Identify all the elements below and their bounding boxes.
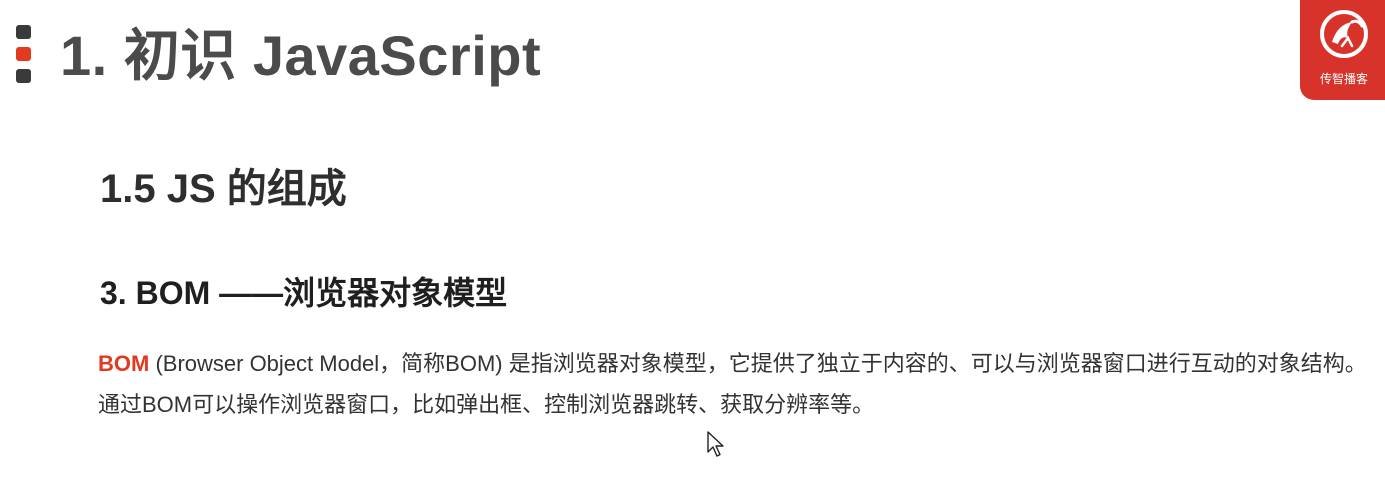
marker-square-middle [16, 47, 31, 61]
brand-logo: 传智播客 [1300, 0, 1385, 100]
section-heading: 1.5 JS 的组成 [100, 167, 347, 211]
brand-logo-text: 传智播客 [1320, 72, 1369, 86]
subsection-heading: 3. BOM ——浏览器对象模型 [100, 275, 508, 311]
slide: 1. 初识 JavaScript 传智播客 1.5 JS 的组成 3. BOM … [0, 0, 1385, 491]
dragon-emblem-icon [1320, 10, 1368, 58]
title-marker [16, 25, 33, 87]
body-paragraph: BOM (Browser Object Model，简称BOM) 是指浏览器对象… [98, 343, 1373, 425]
paragraph-text: (Browser Object Model，简称BOM) 是指浏览器对象模型，它… [98, 351, 1367, 417]
mouse-pointer-icon [707, 431, 724, 457]
marker-square-bottom [16, 69, 31, 83]
keyword-bom: BOM [98, 351, 150, 376]
marker-square-top [16, 25, 31, 39]
page-title: 1. 初识 JavaScript [60, 24, 542, 87]
